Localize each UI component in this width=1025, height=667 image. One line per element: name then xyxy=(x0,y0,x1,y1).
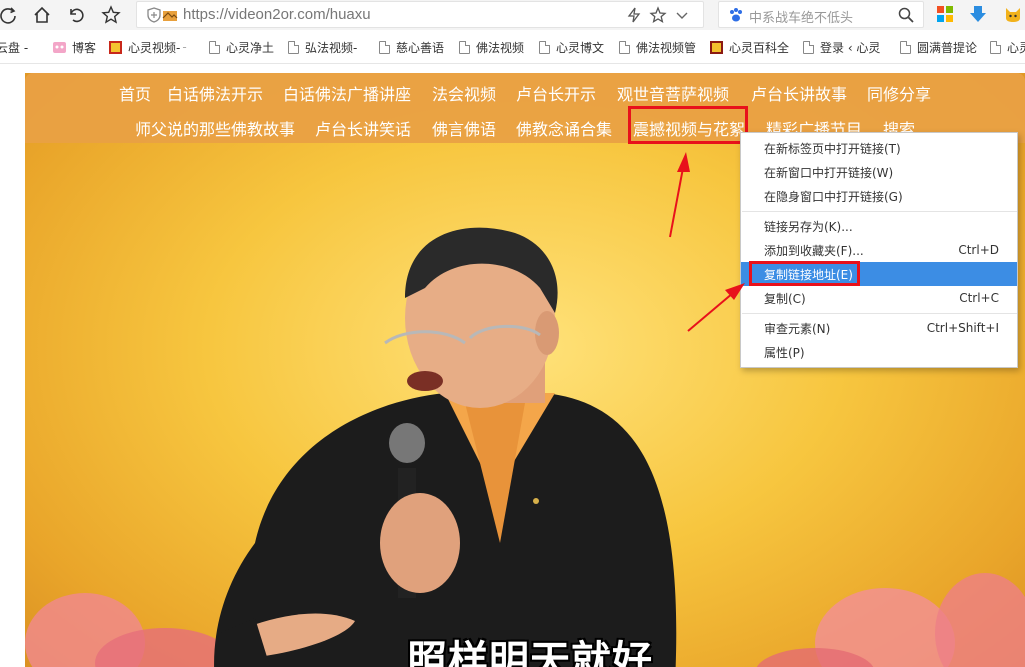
menu-separator xyxy=(742,313,1017,314)
undo-icon[interactable] xyxy=(64,3,88,27)
page-icon xyxy=(209,40,220,54)
menu-add-to-favorites[interactable]: 添加到收藏夹(F)... Ctrl+D xyxy=(741,238,1017,262)
highlight-box-nav xyxy=(628,106,748,144)
search-icon[interactable] xyxy=(897,6,915,24)
video-favicon-icon xyxy=(109,40,122,54)
nav-jokes[interactable]: 卢台长讲笑话 xyxy=(315,116,411,140)
menu-open-new-window[interactable]: 在新窗口中打开链接(W) xyxy=(741,160,1017,184)
nav-sayings[interactable]: 佛言佛语 xyxy=(432,116,496,140)
context-menu: 在新标签页中打开链接(T) 在新窗口中打开链接(W) 在隐身窗口中打开链接(G)… xyxy=(740,132,1018,368)
bookmark-item[interactable]: 云盘 - xyxy=(0,39,28,55)
nav-home[interactable]: 首页 xyxy=(119,81,151,105)
nav-buddhist-stories[interactable]: 师父说的那些佛教故事 xyxy=(135,116,295,140)
search-box[interactable]: 中系战车绝不低头 xyxy=(718,1,924,28)
bookmark-item[interactable]: 心灵 xyxy=(990,39,1025,55)
site-favicon xyxy=(162,11,178,21)
home-icon[interactable] xyxy=(30,3,54,27)
url-text[interactable]: https://videon2or.com/huaxu xyxy=(183,6,371,23)
download-icon[interactable] xyxy=(968,4,988,24)
baidu-paw-icon xyxy=(730,8,742,22)
bookmark-item[interactable]: 弘法视频- xyxy=(288,39,357,55)
nav-guanyin-videos[interactable]: 观世音菩萨视频 xyxy=(617,81,729,105)
blog-favicon-icon xyxy=(53,41,66,53)
browser-toolbar: https://videon2or.com/huaxu 中系战车绝不低头 xyxy=(0,0,1025,30)
address-bar[interactable]: https://videon2or.com/huaxu xyxy=(136,1,704,28)
bookmark-item[interactable]: 佛法视频管 xyxy=(619,39,696,55)
nav-radio-lectures[interactable]: 白话佛法广播讲座 xyxy=(283,81,411,105)
bookmark-item[interactable]: 圆满普提论 xyxy=(900,39,977,55)
highlight-box-menu xyxy=(749,261,860,286)
nav-chanting[interactable]: 佛教念诵合集 xyxy=(516,116,612,140)
bookmark-item[interactable]: 慈心善语 xyxy=(379,39,444,55)
bookmark-item[interactable]: 佛法视频 xyxy=(459,39,524,55)
menu-save-link-as[interactable]: 链接另存为(K)... xyxy=(741,214,1017,238)
bookmark-item[interactable]: 心灵视频- - xyxy=(108,39,187,55)
page-icon xyxy=(619,40,630,54)
lightning-icon[interactable] xyxy=(625,6,643,24)
windows-apps-icon[interactable] xyxy=(935,4,955,24)
menu-open-incognito[interactable]: 在隐身窗口中打开链接(G) xyxy=(741,184,1017,208)
baike-favicon-icon xyxy=(710,40,723,54)
page-icon xyxy=(539,40,550,54)
reload-icon[interactable] xyxy=(0,3,20,27)
nav-master-talks[interactable]: 卢台长开示 xyxy=(516,81,596,105)
page-icon xyxy=(803,40,814,54)
search-input[interactable]: 中系战车绝不低头 xyxy=(749,7,853,26)
menu-open-new-tab[interactable]: 在新标签页中打开链接(T) xyxy=(741,136,1017,160)
nav-vernacular-dharma[interactable]: 白话佛法开示 xyxy=(167,81,263,105)
page-icon xyxy=(288,40,299,54)
nav-stories[interactable]: 卢台长讲故事 xyxy=(751,81,847,105)
menu-inspect-element[interactable]: 审查元素(N) Ctrl+Shift+I xyxy=(741,316,1017,340)
menu-separator xyxy=(742,211,1017,212)
bookmark-item[interactable]: 心灵博文 xyxy=(539,39,604,55)
nav-dharma-videos[interactable]: 法会视频 xyxy=(432,81,496,105)
menu-properties[interactable]: 属性(P) xyxy=(741,340,1017,364)
menu-copy[interactable]: 复制(C) Ctrl+C xyxy=(741,286,1017,310)
page-icon xyxy=(990,40,1001,54)
star-icon[interactable] xyxy=(99,3,123,27)
bookmark-item[interactable]: 登录 ‹ 心灵 xyxy=(803,39,880,55)
bookmark-item[interactable]: 心灵净土 xyxy=(209,39,274,55)
chevron-down-icon[interactable] xyxy=(673,6,691,24)
bookmark-item[interactable]: 心灵百科全 xyxy=(709,39,789,55)
page-icon xyxy=(379,40,390,54)
video-subtitle: 照样明天就好 xyxy=(407,638,653,667)
page-icon xyxy=(459,40,470,54)
bookmarks-bar: 云盘 - 博客 心灵视频- - 心灵净土 弘法视频- 慈心善语 佛法视频 心灵博文… xyxy=(0,30,1025,64)
extension-cat-icon[interactable] xyxy=(1003,4,1023,24)
nav-sharing[interactable]: 同修分享 xyxy=(867,81,931,105)
bookmark-star-icon[interactable] xyxy=(649,6,667,24)
page-icon xyxy=(900,40,911,54)
bookmark-item[interactable]: 博客 xyxy=(52,39,96,55)
